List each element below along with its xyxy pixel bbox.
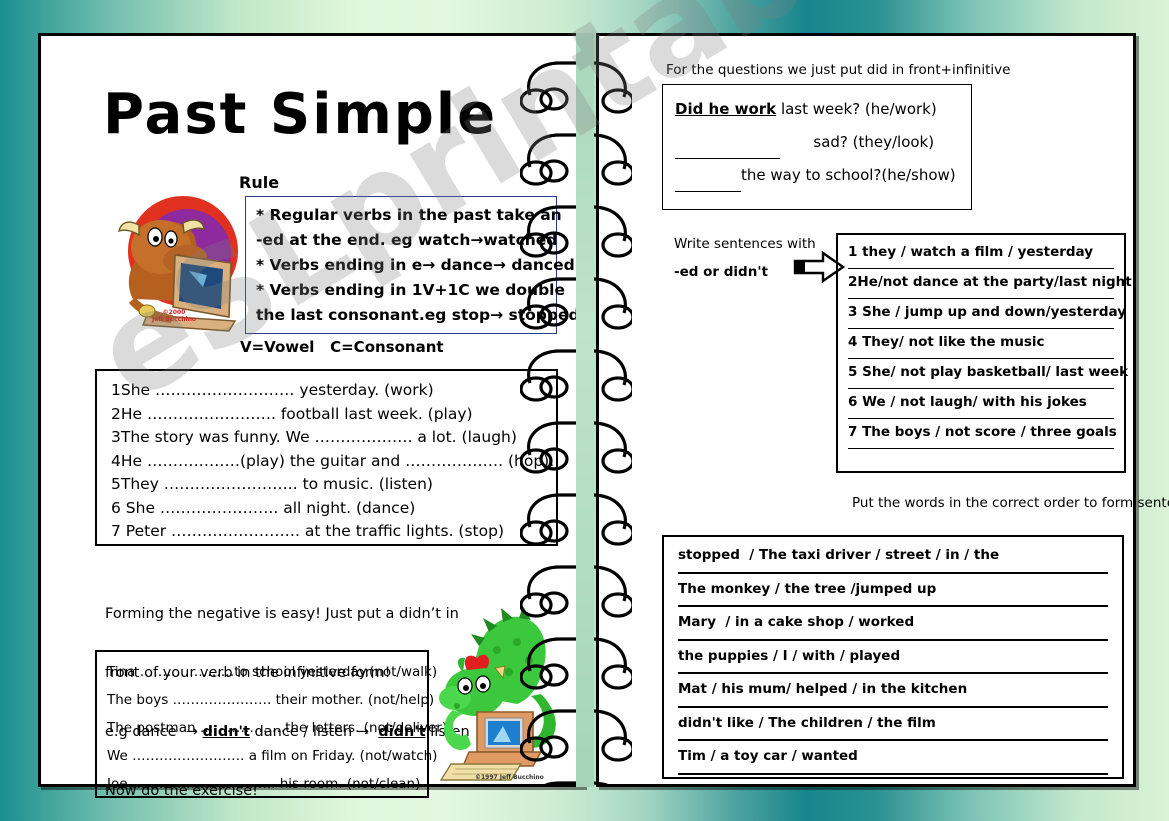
rule-box: * Regular verbs in the past take an -ed … [245,196,580,334]
rule-line-5: the last consonant.eg stop→ stopped [256,306,580,324]
question-line-2-rest: sad? (they/look) [780,133,935,151]
negative-exercise-item[interactable]: Tina …………………to school yesterday.(not/wal… [107,658,437,686]
worksheet-page: Past Simple ©2000 Jeff Bucchino Rule * R… [0,0,1169,821]
word-order-item[interactable]: Mary / in a cake shop / worked [678,607,1108,641]
gapfill-exercise-box: 1She ……………………… yesterday. (work) 2He ………… [95,369,558,546]
page-title: Past Simple [103,82,498,147]
write-sentence-item[interactable]: 2He/not dance at the party/last night [848,269,1132,299]
write-sentence-item[interactable]: 6 We / not laugh/ with his jokes [848,389,1114,419]
word-order-item[interactable]: Tim / a toy car / wanted [678,741,1108,775]
negative-exercise-item[interactable]: The boys …………………. their mother. (not/hel… [107,686,434,714]
question-answer-filled: Did he work [675,100,777,118]
word-order-instruction: Put the words in the correct order to fo… [852,495,1169,511]
bull-credit-year: ©2000 [162,309,186,316]
rule-line-4: * Verbs ending in 1V+1C we double [256,281,566,299]
word-order-item[interactable]: didn't like / The children / the film [678,708,1108,741]
write-sentence-item[interactable]: 4 They/ not like the music [848,329,1114,359]
word-order-item[interactable]: stopped / The taxi driver / street / in … [678,540,1108,574]
rule-line-3: * Verbs ending in e→ dance→ danced [256,256,575,274]
write-sentence-item[interactable]: 1 they / watch a film / yesterday [848,239,1114,269]
answer-blank[interactable] [675,142,780,159]
gapfill-item[interactable]: 4He ………………(play) the guitar and ………………. … [111,450,556,474]
answer-blank[interactable] [675,175,741,192]
vowel-consonant-legend: V=Vowel C=Consonant [240,338,444,356]
gapfill-item[interactable]: 7 Peter ……………………. at the traffic lights.… [111,520,556,544]
gapfill-item[interactable]: 3The story was funny. We ………………. a lot. … [111,426,556,450]
negative-exercise-item[interactable]: We ……………………. a film on Friday. (not/watc… [107,742,437,770]
left-page: Past Simple ©2000 Jeff Bucchino Rule * R… [38,33,584,799]
gapfill-item[interactable]: 6 She ………………….. all night. (dance) [111,497,556,521]
write-sentences-box: 1 they / watch a film / yesterday 2He/no… [836,233,1132,473]
dragon-computer-image: ©1997 Jeff Bucchino [433,594,568,786]
word-order-item[interactable]: The monkey / the tree /jumped up [678,574,1108,607]
question-line-1[interactable]: Did he work last week? (he/work) [675,93,971,126]
write-sentences-label-line-2: -ed or didn't [674,264,768,280]
write-sentence-item[interactable]: 3 She / jump up and down/yesterday [848,299,1126,329]
questions-example-box: Did he work last week? (he/work) sad? (t… [662,84,972,210]
word-order-box: stopped / The taxi driver / street / in … [662,535,1124,779]
negative-exercise-item[interactable]: The postman ……………….the letters. (not/del… [107,714,447,742]
write-sentence-item[interactable]: 5 She/ not play basketball/ last week [848,359,1128,389]
bull-computer-image: ©2000 Jeff Bucchino [103,189,248,341]
question-line-1-rest: last week? (he/work) [776,100,937,118]
word-order-item[interactable]: Mat / his mum/ helped / in the kitchen [678,674,1108,708]
word-order-item[interactable]: the puppies / I / with / played [678,641,1108,674]
write-sentence-item[interactable]: 7 The boys / not score / three goals [848,419,1117,449]
negative-exercise-box: Tina …………………to school yesterday.(not/wal… [95,650,447,798]
rule-label: Rule [239,173,280,192]
dragon-illustration-svg [439,606,556,781]
questions-intro-text: For the questions we just put did in fro… [666,62,1011,78]
bull-credit-author: Jeff Bucchino [152,316,196,323]
gapfill-item[interactable]: 1She ……………………… yesterday. (work) [111,379,556,403]
gapfill-item[interactable]: 5They …………………….. to music. (listen) [111,473,556,497]
rule-line-2: -ed at the end. eg watch→watched [256,231,558,249]
bull-image-credit: ©2000 Jeff Bucchino [139,309,209,323]
question-line-3-rest: the way to school?(he/show) [741,166,956,184]
negative-exercise-item[interactable]: Joe ………………………….. his room. (not/clean) [107,770,427,798]
dragon-image-credit: ©1997 Jeff Bucchino [475,774,544,781]
question-line-3[interactable]: the way to school?(he/show) [675,159,971,192]
gapfill-item[interactable]: 2He ……………………. football last week. (play) [111,403,556,427]
rule-line-1: * Regular verbs in the past take an [256,206,562,224]
question-line-2[interactable]: sad? (they/look) [675,126,971,159]
